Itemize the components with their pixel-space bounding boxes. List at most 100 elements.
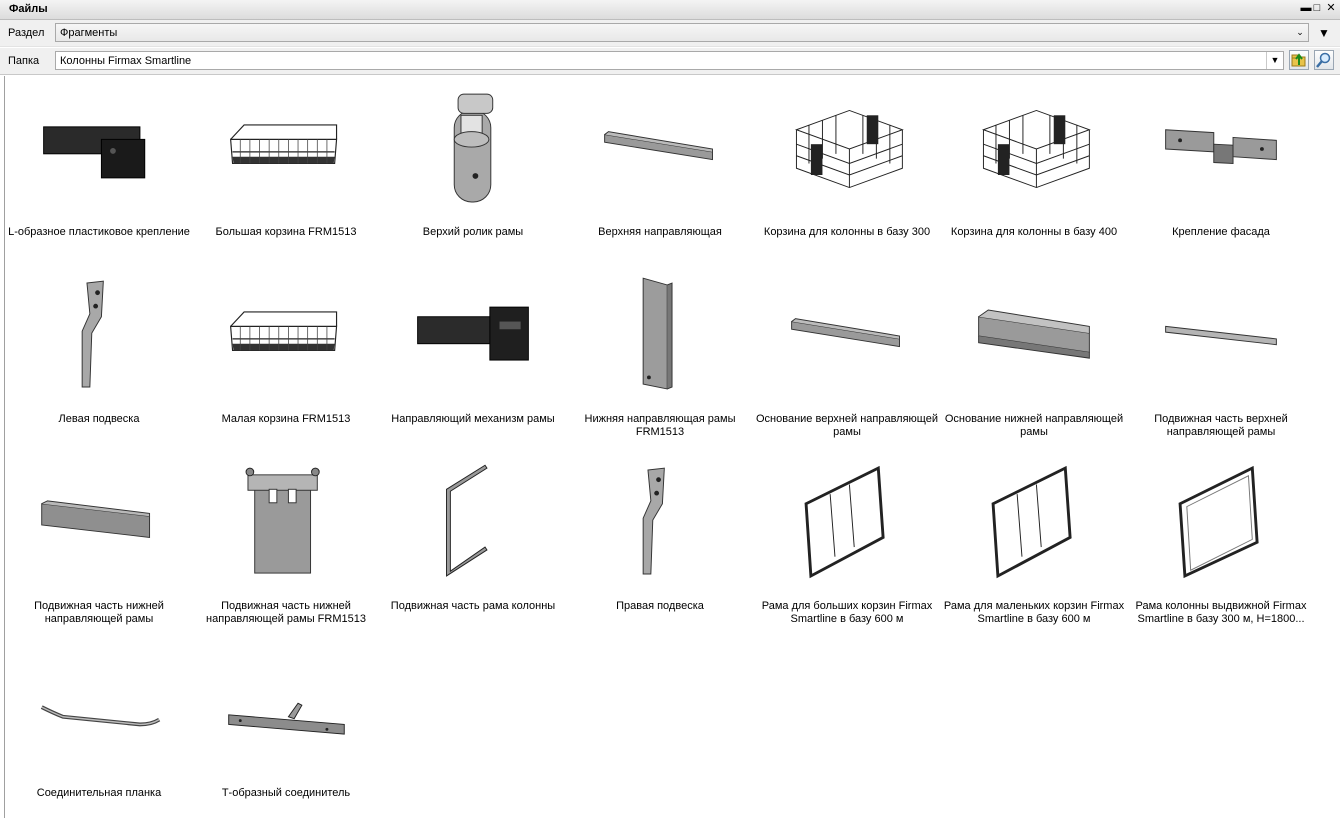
section-value: Фрагменты — [60, 27, 118, 39]
strip-icon — [40, 705, 161, 727]
fragment-label: Корзина для колонны в базу 400 — [950, 226, 1118, 238]
maximize-icon[interactable]: □ — [1311, 2, 1323, 15]
fragment-label: Малая корзина FRM1513 — [221, 413, 351, 425]
black-mechanism-icon — [417, 306, 529, 361]
section-label: Раздел — [8, 27, 45, 39]
search-button[interactable] — [1314, 50, 1334, 70]
window-titlebar: Файлы ▬ □ ✕ — [0, 0, 1340, 20]
fragment-item[interactable]: Подвижная часть рама колонны — [379, 450, 567, 630]
fragment-label: Верхий ролик рамы — [422, 226, 524, 238]
fragment-thumbnail — [969, 458, 1099, 588]
close-icon[interactable]: ✕ — [1325, 2, 1337, 15]
folder-value: Колонны Firmax Smartline — [60, 55, 192, 67]
fragment-thumbnail — [595, 271, 725, 401]
plate-icon — [245, 467, 320, 574]
fragment-item[interactable]: Основание верхней направляющей рамы — [753, 263, 941, 443]
fragment-item[interactable]: Подвижная часть нижней направляющей рамы… — [192, 450, 380, 630]
fragment-item[interactable]: Правая подвеска — [566, 450, 754, 630]
facade-mount-icon — [1165, 129, 1277, 164]
fragment-item[interactable]: L-образное пластиковое крепление — [5, 76, 193, 256]
fragment-label: L-образное пластиковое крепление — [8, 226, 190, 238]
fragment-label: Верхняя направляющая — [598, 226, 722, 238]
fragment-thumbnail — [782, 271, 912, 401]
fragment-label: Направляющий механизм рамы — [391, 413, 555, 425]
fragment-grid: L-образное пластиковое крепление Большая … — [4, 76, 1339, 818]
fragment-label: Подвижная часть верхней направляющей рам… — [1154, 413, 1288, 438]
panel-menu-arrow-icon[interactable]: ▼ — [1318, 26, 1330, 40]
fragment-item[interactable]: Подвижная часть верхней направляющей рам… — [1127, 263, 1315, 443]
fragment-thumbnail — [34, 271, 164, 401]
fragment-item[interactable]: Рама для маленьких корзин Firmax Smartli… — [940, 450, 1128, 630]
channel-icon — [978, 309, 1090, 359]
fragment-label: Рама для больших корзин Firmax Smartline… — [761, 600, 933, 625]
hanger-icon — [81, 280, 104, 388]
fragment-thumbnail — [408, 458, 538, 588]
basket-icon — [230, 311, 338, 352]
fragment-item[interactable]: Большая корзина FRM1513 — [192, 76, 380, 256]
fragment-thumbnail — [221, 84, 351, 214]
beam-icon — [41, 500, 151, 538]
fragment-label: Большая корзина FRM1513 — [215, 226, 357, 238]
section-select[interactable]: Фрагменты ⌄ — [55, 23, 1309, 42]
frame-icon — [804, 465, 885, 579]
fragment-thumbnail — [782, 458, 912, 588]
folder-label: Папка — [8, 55, 40, 67]
roller-icon — [453, 93, 494, 203]
fragment-thumbnail — [221, 271, 351, 401]
folder-select[interactable]: Колонны Firmax Smartline ▼ — [55, 51, 1284, 70]
frame-icon — [991, 465, 1072, 579]
fragment-label: Левая подвеска — [58, 413, 140, 425]
fragment-thumbnail — [34, 645, 164, 775]
frame-plain-icon — [1178, 465, 1259, 579]
fragment-item[interactable]: Крепление фасада — [1127, 76, 1315, 256]
fragment-thumbnail — [969, 84, 1099, 214]
fragment-thumbnail — [408, 271, 538, 401]
fragment-thumbnail — [34, 458, 164, 588]
chevron-down-icon[interactable]: ⌄ — [1292, 24, 1308, 41]
t-connector-icon — [228, 702, 345, 735]
folder-row: Папка Колонны Firmax Smartline ▼ — [0, 48, 1340, 75]
fragment-item[interactable]: Основание нижней направляющей рамы — [940, 263, 1128, 443]
fragment-label: Правая подвеска — [616, 600, 704, 612]
fragment-thumbnail — [1156, 271, 1286, 401]
fragment-label: Нижняя направляющая рамы FRM1513 — [584, 413, 736, 438]
fragment-thumbnail — [595, 458, 725, 588]
basket-box-icon — [795, 109, 904, 189]
fragment-thumbnail — [595, 84, 725, 214]
fragment-thumbnail — [1156, 458, 1286, 588]
fragment-label: Подвижная часть рама колонны — [390, 600, 556, 612]
fragment-label: Т-образный соединитель — [221, 787, 351, 799]
rail-icon — [604, 131, 713, 161]
fragment-item[interactable]: Корзина для колонны в базу 300 — [753, 76, 941, 256]
fragment-label: Подвижная часть нижней направляющей рамы… — [206, 600, 366, 625]
l-bracket-icon — [43, 126, 146, 179]
fragment-label: Рама для маленьких корзин Firmax Smartli… — [943, 600, 1125, 625]
fragment-item[interactable]: Подвижная часть нижней направляющей рамы — [5, 450, 193, 630]
fragment-label: Основание верхней направляющей рамы — [756, 413, 938, 438]
fragment-thumbnail — [34, 84, 164, 214]
section-row: Раздел Фрагменты ⌄ ▼ — [0, 20, 1340, 47]
fragment-item[interactable]: Направляющий механизм рамы — [379, 263, 567, 443]
fragment-item[interactable]: Левая подвеска — [5, 263, 193, 443]
window-title: Файлы — [9, 3, 48, 15]
fragment-item[interactable]: Малая корзина FRM1513 — [192, 263, 380, 443]
fragment-item[interactable]: Верхняя направляющая — [566, 76, 754, 256]
fragment-item[interactable]: Рама колонны выдвижной Firmax Smartline … — [1127, 450, 1315, 630]
fragment-thumbnail — [1156, 84, 1286, 214]
rail-icon — [791, 318, 900, 348]
fragment-item[interactable]: Нижняя направляющая рамы FRM1513 — [566, 263, 754, 443]
side-frame-icon — [446, 464, 488, 577]
fragment-thumbnail — [408, 84, 538, 214]
fragment-item[interactable]: Верхий ролик рамы — [379, 76, 567, 256]
fragment-label: Крепление фасада — [1172, 226, 1270, 238]
chevron-down-icon[interactable]: ▼ — [1266, 52, 1283, 69]
fragment-item[interactable]: Соединительная планка — [5, 637, 193, 817]
folder-up-button[interactable] — [1289, 50, 1309, 70]
basket-icon — [230, 124, 338, 165]
fragment-thumbnail — [221, 645, 351, 775]
search-icon — [1316, 52, 1331, 68]
fragment-item[interactable]: Корзина для колонны в базу 400 — [940, 76, 1128, 256]
fragment-item[interactable]: Рама для больших корзин Firmax Smartline… — [753, 450, 941, 630]
fragment-item[interactable]: Т-образный соединитель — [192, 637, 380, 817]
thin-rail-icon — [1165, 325, 1277, 346]
